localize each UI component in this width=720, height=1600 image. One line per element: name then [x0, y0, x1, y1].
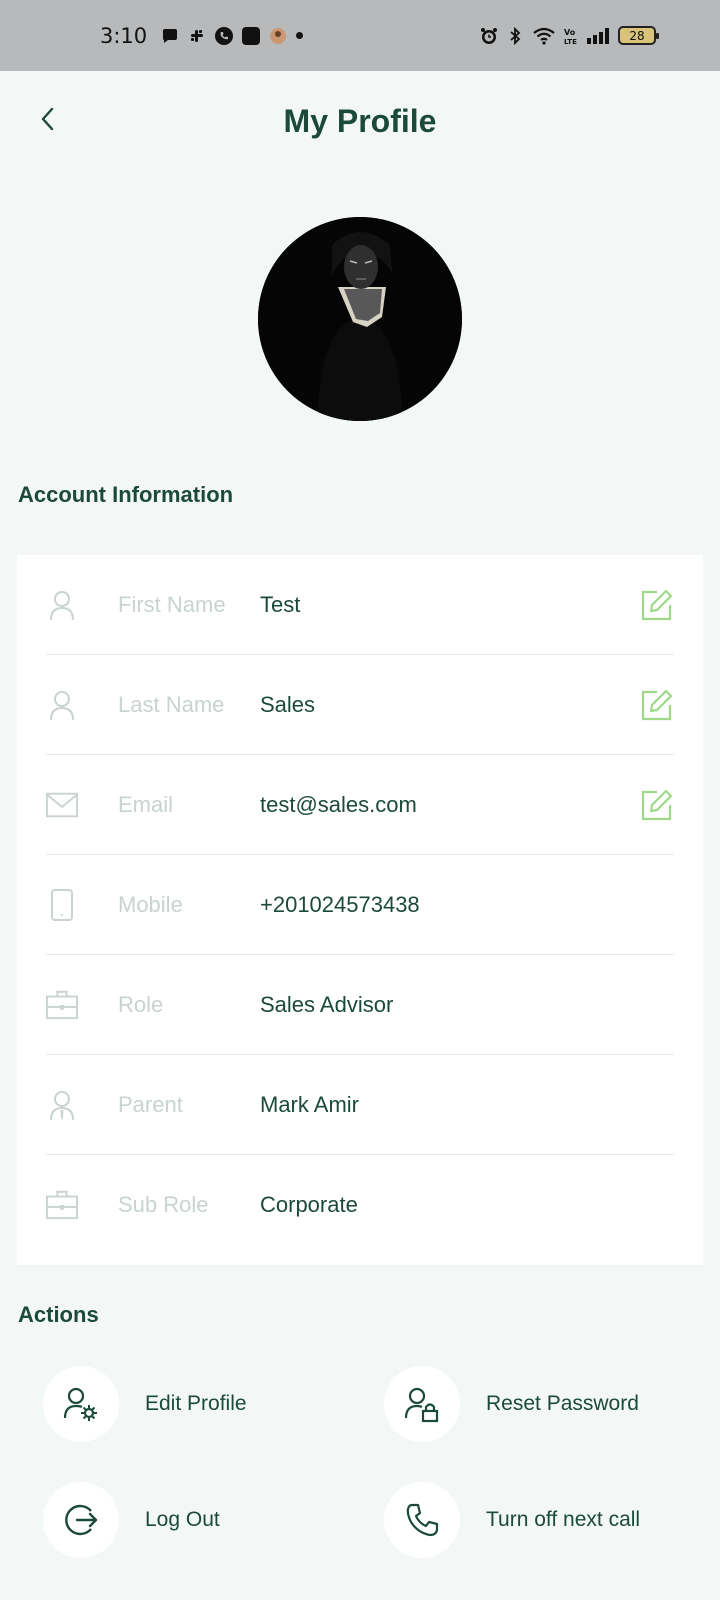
info-row-last-name: Last Name Sales	[46, 655, 674, 755]
status-system-icons: Vo LTE 28	[480, 0, 659, 71]
chat-bubble-icon	[163, 28, 178, 43]
battery-icon: 28	[618, 26, 659, 45]
slack-icon	[191, 29, 204, 42]
back-arrow-icon[interactable]	[34, 105, 62, 133]
status-time: 3:10	[100, 23, 148, 48]
log-out-label: Log Out	[145, 1508, 220, 1531]
edit-first-name-icon[interactable]	[640, 588, 674, 622]
info-row-role: Role Sales Advisor	[46, 955, 674, 1055]
info-row-email: Email test@sales.com	[46, 755, 674, 855]
svg-text:Vo: Vo	[564, 28, 576, 37]
page-title: My Profile	[283, 102, 437, 139]
mobile-label: Mobile	[118, 891, 183, 917]
more-dot-icon	[296, 32, 304, 39]
user-icon	[46, 589, 78, 621]
app-square-icon	[242, 26, 261, 45]
parent-label: Parent	[118, 1091, 183, 1117]
user-icon	[46, 689, 78, 721]
role-value: Sales Advisor	[260, 991, 394, 1017]
briefcase-icon	[46, 989, 78, 1021]
avatar-image	[258, 217, 462, 421]
edit-profile-icon-circle	[43, 1366, 119, 1442]
role-label: Role	[118, 991, 164, 1017]
turn-off-next-call-label: Turn off next call	[486, 1508, 641, 1531]
wifi-icon	[533, 27, 555, 45]
header: My Profile	[0, 71, 720, 171]
status-bar: 3:10 Vo LTE 28	[0, 0, 720, 71]
last-name-label: Last Name	[118, 691, 225, 717]
last-name-value: Sales	[260, 691, 316, 717]
first-name-value: Test	[260, 591, 301, 617]
account-info-title: Account Information	[18, 482, 234, 507]
sub-role-value: Corporate	[260, 1192, 358, 1217]
logout-icon	[65, 1504, 98, 1536]
avatar-notification-icon	[270, 27, 287, 44]
sub-role-label: Sub Role	[118, 1192, 209, 1217]
edit-last-name-icon[interactable]	[640, 688, 674, 722]
reset-password-icon-circle	[384, 1366, 460, 1442]
mobile-value: +201024573438	[260, 891, 420, 917]
mail-icon	[46, 789, 78, 821]
mobile-icon	[46, 888, 78, 921]
edit-profile-button[interactable]: Edit Profile	[43, 1366, 247, 1442]
parent-value: Mark Amir	[260, 1091, 359, 1117]
phone-call-icon	[215, 26, 234, 45]
log-out-icon-circle	[43, 1482, 119, 1558]
first-name-label: First Name	[118, 591, 226, 617]
status-notification-icons	[161, 26, 304, 45]
email-label: Email	[118, 791, 174, 817]
info-row-parent: Parent Mark Amir	[46, 1055, 674, 1155]
email-value: test@sales.com	[260, 791, 417, 817]
account-info-card: First Name Test Last Name Sales Email te…	[17, 555, 703, 1265]
info-row-mobile: Mobile +201024573438	[46, 855, 674, 955]
turn-off-next-call-button[interactable]: Turn off next call	[384, 1482, 640, 1558]
reset-password-label: Reset Password	[486, 1392, 639, 1415]
volte-icon: VoLTE	[564, 28, 577, 45]
signal-icon	[587, 27, 609, 44]
user-lock-icon	[404, 1387, 439, 1423]
reset-password-button[interactable]: Reset Password	[384, 1366, 639, 1442]
profile-avatar	[258, 217, 462, 421]
edit-email-icon[interactable]	[640, 788, 674, 822]
user-gear-icon	[63, 1387, 97, 1421]
alarm-icon	[481, 27, 497, 44]
info-row-sub-role: Sub Role Corporate	[46, 1155, 674, 1255]
log-out-button[interactable]: Log Out	[43, 1482, 220, 1558]
bluetooth-icon	[510, 26, 521, 45]
edit-profile-label: Edit Profile	[145, 1392, 247, 1415]
briefcase-icon	[46, 1189, 78, 1221]
actions-title: Actions	[18, 1302, 99, 1327]
svg-text:LTE: LTE	[564, 38, 577, 45]
phone-icon	[406, 1503, 439, 1537]
info-row-first-name: First Name Test	[46, 555, 674, 655]
battery-level: 28	[629, 28, 645, 43]
turn-off-next-call-icon-circle	[384, 1482, 460, 1558]
user-tie-icon	[46, 1089, 78, 1121]
